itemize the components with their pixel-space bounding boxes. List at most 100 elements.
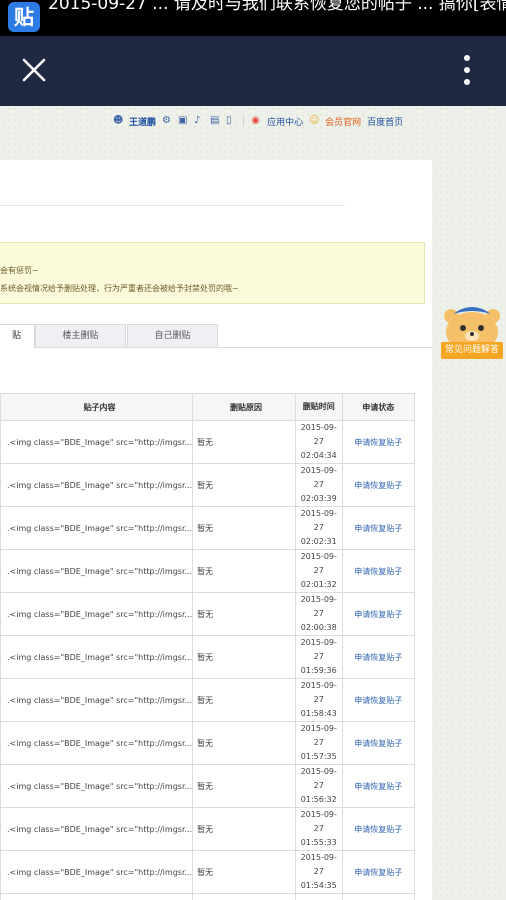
delete-reason-cell: 暂无 bbox=[192, 721, 296, 765]
delete-reason-cell: 暂无 bbox=[192, 463, 296, 507]
post-content-cell: .<img class="BDE_Image" src="http://imgs… bbox=[0, 549, 194, 593]
mobile-icon[interactable]: ▯ bbox=[226, 116, 236, 126]
top-links-bar: ☻ 王道鹏 ⚙ ▣ ♪ ▤ ▯ | ◉ 应用中心 ☺ 会员官网 百度首页 bbox=[113, 110, 403, 132]
delete-time-cell: 2015-09-27 01:54:35 bbox=[294, 850, 343, 894]
delete-date: 2015-09-27 bbox=[300, 595, 337, 618]
delete-time-cell: 2015-09-27 02:00:38 bbox=[294, 592, 343, 636]
delete-date: 2015-09-27 bbox=[300, 423, 337, 446]
delete-time-cell: 2015-09-27 01:55:33 bbox=[294, 807, 343, 851]
delete-date: 2015-09-27 bbox=[300, 767, 337, 790]
delete-reason-cell: 暂无 bbox=[192, 764, 296, 808]
web-page: ☻ 王道鹏 ⚙ ▣ ♪ ▤ ▯ | ◉ 应用中心 ☺ 会员官网 百度首页 会有惩… bbox=[0, 106, 506, 900]
delete-reason-cell: 暂无 bbox=[192, 420, 296, 464]
delete-time-cell: 2015-09-27 02:04:34 bbox=[294, 420, 343, 464]
post-content-cell: .<img class="BDE_Image" src="http://imgs… bbox=[0, 678, 194, 722]
tab-deleted-by-system[interactable]: 贴 bbox=[0, 324, 35, 348]
faq-button[interactable]: 常见问题解答 bbox=[441, 342, 503, 359]
table-row: .<img class="BDE_Image" src="http://imgs… bbox=[0, 807, 416, 851]
table-row: .<img class="BDE_Image" src="http://imgs… bbox=[0, 463, 416, 507]
separator: | bbox=[242, 116, 246, 126]
delete-time-cell: 2015-09-27 bbox=[294, 893, 343, 900]
delete-clock: 02:00:38 bbox=[300, 623, 337, 632]
baidu-home-link[interactable]: 百度首页 bbox=[367, 115, 403, 128]
delete-time-cell: 2015-09-27 02:03:39 bbox=[294, 463, 343, 507]
table-row: .<img class="BDE_Image" src="http://imgs… bbox=[0, 764, 416, 808]
notice-line: 系统会视情况给予删贴处理，行为严重者还会被给予封禁处罚的哦~ bbox=[0, 284, 239, 293]
delete-clock: 02:01:32 bbox=[300, 580, 337, 589]
deleted-posts-table: 贴子内容 删贴原因 删贴时间 申请状态 .<img class="BDE_Ima… bbox=[0, 393, 416, 900]
delete-clock: 01:58:43 bbox=[300, 709, 337, 718]
delete-clock: 01:59:36 bbox=[300, 666, 337, 675]
delete-date: 2015-09-27 bbox=[300, 724, 337, 747]
delete-date: 2015-09-27 bbox=[300, 853, 337, 876]
restore-post-link[interactable]: 申请恢复贴子 bbox=[341, 549, 416, 593]
restore-post-link[interactable]: 申请恢复贴子 bbox=[341, 850, 416, 894]
delete-date: 2015-09-27 bbox=[300, 552, 337, 575]
table-row: .<img class="BDE_Image" src="http://imgs… bbox=[0, 549, 416, 593]
restore-post-link[interactable]: 申请恢复贴子 bbox=[341, 678, 416, 722]
restore-post-link[interactable]: 申请恢复贴子 bbox=[341, 764, 416, 808]
restore-post-link[interactable]: 申请恢复贴子 bbox=[341, 721, 416, 765]
delete-date: 2015-09-27 bbox=[300, 638, 337, 661]
bell-icon[interactable]: ♪ bbox=[194, 116, 204, 126]
delete-reason-cell: 暂无 bbox=[192, 850, 296, 894]
tab-deleted-by-self[interactable]: 自己删贴 bbox=[127, 324, 218, 347]
post-content-cell: .<img class="BDE_Image" src="http://imgs… bbox=[0, 721, 194, 765]
table-header-row: 贴子内容 删贴原因 删贴时间 申请状态 bbox=[0, 393, 416, 421]
table-row: .<img class="BDE_Image" src="http://imgs… bbox=[0, 420, 416, 464]
table-row: .<img class="BDE_Image" src="http://imgs… bbox=[0, 850, 416, 894]
delete-reason-cell: 暂无 bbox=[192, 635, 296, 679]
delete-clock: 02:03:39 bbox=[300, 494, 337, 503]
restore-post-link[interactable]: 申请恢复贴子 bbox=[341, 420, 416, 464]
vip-site-link[interactable]: 会员官网 bbox=[325, 115, 361, 128]
username-link[interactable]: 王道鹏 bbox=[129, 115, 156, 128]
tab-deleted-by-op[interactable]: 楼主删贴 bbox=[35, 324, 126, 347]
delete-reason-cell: 暂无 bbox=[192, 592, 296, 636]
main-panel: 会有惩罚~ 系统会视情况给予删贴处理，行为严重者还会被给予封禁处罚的哦~ 贴 楼… bbox=[0, 160, 432, 900]
app-center-icon: ◉ bbox=[251, 115, 260, 126]
post-content-cell: .<img class="BDE_Image" src="http://imgs… bbox=[0, 850, 194, 894]
restore-post-link[interactable]: 申请恢复贴子 bbox=[341, 463, 416, 507]
restore-post-link[interactable] bbox=[341, 893, 416, 900]
header-time: 删贴时间 bbox=[294, 393, 343, 421]
app-center-link[interactable]: 应用中心 bbox=[267, 115, 303, 128]
notification-bar[interactable]: 贴 2015-09-27 ... 请及时与我们联系恢复您的帖子 ... 搞你[表… bbox=[0, 0, 506, 36]
delete-date: 2015-09-27 bbox=[300, 509, 337, 532]
delete-time-cell: 2015-09-27 01:57:35 bbox=[294, 721, 343, 765]
delete-clock: 01:56:32 bbox=[300, 795, 337, 804]
post-content-cell: .<img class="BDE_Image" src="http://imgs… bbox=[0, 635, 194, 679]
delete-time-cell: 2015-09-27 01:56:32 bbox=[294, 764, 343, 808]
delete-clock: 01:57:35 bbox=[300, 752, 337, 761]
store-icon[interactable]: ▤ bbox=[210, 116, 220, 126]
restore-post-link[interactable]: 申请恢复贴子 bbox=[341, 635, 416, 679]
post-content-cell bbox=[0, 893, 194, 900]
table-row: 2015-09-27 bbox=[0, 893, 416, 900]
header-status: 申请状态 bbox=[341, 393, 416, 421]
delete-time-cell: 2015-09-27 01:59:36 bbox=[294, 635, 343, 679]
delete-reason-cell: 暂无 bbox=[192, 549, 296, 593]
delete-time-cell: 2015-09-27 02:01:32 bbox=[294, 549, 343, 593]
user-avatar-icon[interactable]: ☻ bbox=[113, 116, 123, 126]
notification-text: 2015-09-27 ... 请及时与我们联系恢复您的帖子 ... 搞你[表情] bbox=[48, 0, 506, 14]
delete-date: 2015-09-27 bbox=[300, 810, 337, 833]
delete-clock: 02:04:34 bbox=[300, 451, 337, 460]
delete-reason-cell bbox=[192, 893, 296, 900]
restore-post-link[interactable]: 申请恢复贴子 bbox=[341, 506, 416, 550]
delete-reason-cell: 暂无 bbox=[192, 678, 296, 722]
more-vertical-icon[interactable] bbox=[456, 54, 478, 88]
delete-clock: 02:02:31 bbox=[300, 537, 337, 546]
gear-icon[interactable]: ⚙ bbox=[162, 116, 172, 126]
gift-icon[interactable]: ▣ bbox=[178, 116, 188, 126]
post-content-cell: .<img class="BDE_Image" src="http://imgs… bbox=[0, 764, 194, 808]
notice-box: 会有惩罚~ 系统会视情况给予删贴处理，行为严重者还会被给予封禁处罚的哦~ bbox=[0, 242, 425, 304]
restore-post-link[interactable]: 申请恢复贴子 bbox=[341, 592, 416, 636]
post-content-cell: .<img class="BDE_Image" src="http://imgs… bbox=[0, 463, 194, 507]
delete-reason-cell: 暂无 bbox=[192, 506, 296, 550]
table-row: .<img class="BDE_Image" src="http://imgs… bbox=[0, 592, 416, 636]
close-icon[interactable] bbox=[18, 54, 50, 86]
notice-line: 会有惩罚~ bbox=[0, 266, 39, 275]
delete-time-cell: 2015-09-27 02:02:31 bbox=[294, 506, 343, 550]
delete-clock: 01:55:33 bbox=[300, 838, 337, 847]
restore-post-link[interactable]: 申请恢复贴子 bbox=[341, 807, 416, 851]
header-reason: 删贴原因 bbox=[192, 393, 296, 421]
